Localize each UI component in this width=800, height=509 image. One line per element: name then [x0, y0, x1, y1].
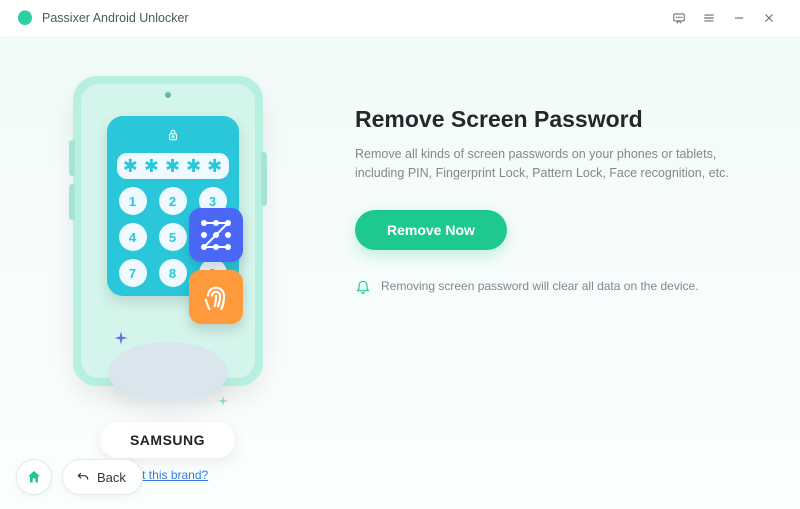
app-logo-icon	[16, 9, 34, 27]
keypad-key: 1	[119, 187, 147, 215]
fingerprint-card	[189, 270, 243, 324]
keypad-key: 4	[119, 223, 147, 251]
keypad-key: 8	[159, 259, 187, 287]
minimize-button[interactable]	[724, 6, 754, 30]
main-panel: Remove Screen Password Remove all kinds …	[335, 36, 800, 509]
keypad-card: ✱✱✱✱✱ 1 2 3 4 5 6 7 8 9	[107, 116, 239, 296]
brand-selector[interactable]: SAMSUNG	[100, 422, 235, 458]
keypad-key: 7	[119, 259, 147, 287]
keypad-key: 2	[159, 187, 187, 215]
phone-camera-icon	[165, 92, 171, 98]
phone-illustration: ✱✱✱✱✱ 1 2 3 4 5 6 7 8 9	[73, 76, 263, 386]
content-area: ✱✱✱✱✱ 1 2 3 4 5 6 7 8 9	[0, 36, 800, 509]
pattern-lock-card	[189, 208, 243, 262]
page-title: Remove Screen Password	[355, 106, 760, 133]
phone-side-button	[69, 140, 75, 176]
title-bar: Passixer Android Unlocker	[0, 0, 800, 36]
keypad-key: 5	[159, 223, 187, 251]
app-title: Passixer Android Unlocker	[42, 11, 189, 25]
home-button[interactable]	[16, 459, 52, 495]
remove-now-button[interactable]: Remove Now	[355, 210, 507, 250]
page-description: Remove all kinds of screen passwords on …	[355, 145, 735, 184]
pin-row: ✱✱✱✱✱	[117, 153, 229, 179]
phone-side-button	[69, 184, 75, 220]
pedestal	[108, 342, 228, 402]
phone-side-button	[261, 152, 267, 206]
back-label: Back	[97, 470, 126, 485]
warning-row: Removing screen password will clear all …	[355, 278, 760, 294]
footer-controls: Back	[16, 459, 143, 495]
bell-icon	[355, 278, 371, 294]
menu-button[interactable]	[694, 6, 724, 30]
back-button[interactable]: Back	[62, 459, 143, 495]
back-arrow-icon	[75, 469, 91, 485]
warning-text: Removing screen password will clear all …	[381, 279, 699, 293]
feedback-button[interactable]	[664, 6, 694, 30]
sparkle-icon	[113, 330, 129, 346]
illustration-column: ✱✱✱✱✱ 1 2 3 4 5 6 7 8 9	[0, 36, 335, 509]
close-button[interactable]	[754, 6, 784, 30]
lock-icon	[163, 128, 183, 147]
sparkle-icon	[217, 394, 229, 406]
